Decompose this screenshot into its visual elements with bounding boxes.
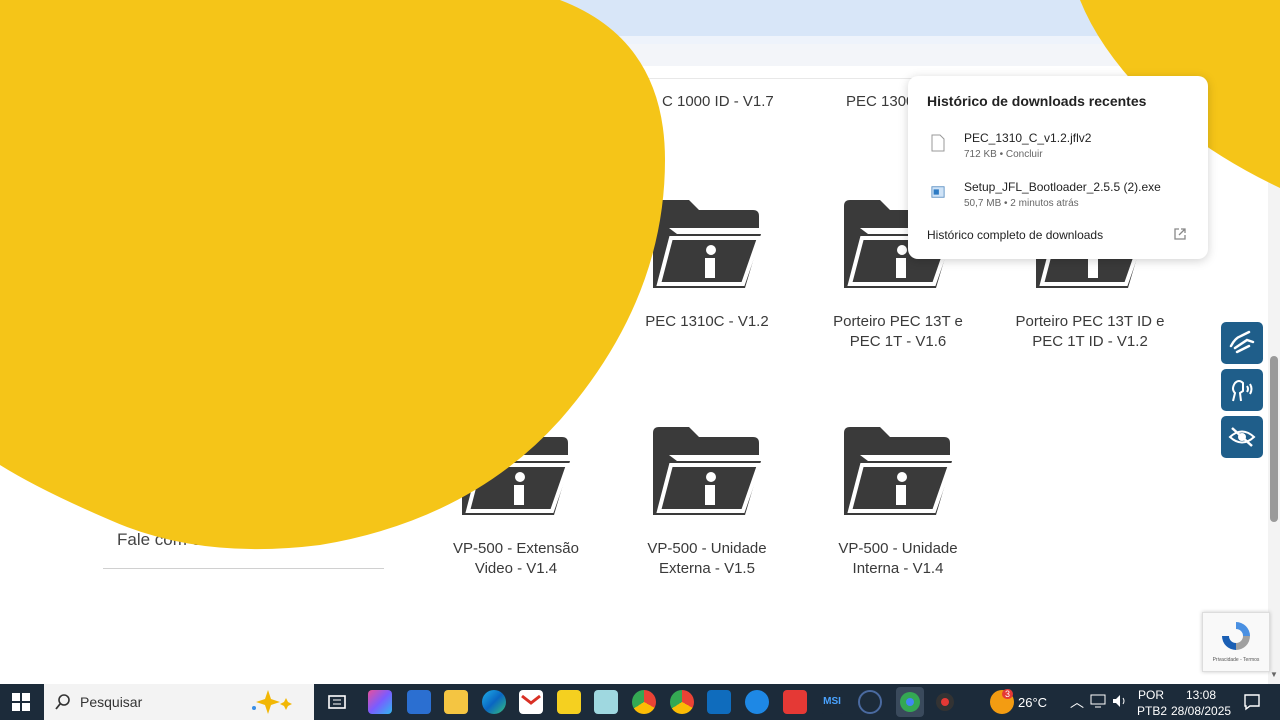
gmail-icon[interactable]: [519, 690, 543, 714]
voice-reader-icon: [1232, 380, 1253, 402]
voice-reader-button[interactable]: [1221, 369, 1263, 411]
taskbar: Pesquisar MSI 3 26°C ︿ POR PTB2 13:08 28…: [0, 684, 1280, 720]
search-icon: [55, 694, 70, 710]
chrome-icon[interactable]: [632, 690, 656, 714]
tray-chevron-icon[interactable]: ︿: [1070, 692, 1084, 712]
weather-badge: 3: [1002, 689, 1014, 699]
sidebar-divider: [103, 568, 384, 569]
folder-label-partial[interactable]: PEC 1300: [846, 93, 914, 110]
folder-label: Porteiro PEC 13T e PEC 1T - V1.6: [833, 313, 963, 350]
yellow-blob-decoration: [0, 0, 665, 550]
language-secondary[interactable]: PTB2: [1137, 704, 1167, 718]
folder-label-partial[interactable]: C 1000 ID - V1.7: [662, 93, 774, 110]
hide-eye-icon: [1228, 427, 1256, 447]
download-filename: Setup_JFL_Bootloader_2.5.5 (2).exe: [964, 180, 1161, 194]
network-icon[interactable]: [1090, 694, 1106, 708]
download-meta: 712 KB • Concluir: [964, 149, 1043, 160]
sticky-notes-icon[interactable]: [557, 690, 581, 714]
folder-item[interactable]: VP-500 - Unidade Interna - V1.4: [813, 425, 983, 579]
notepad-icon[interactable]: [594, 690, 618, 714]
anydesk-icon[interactable]: [783, 690, 807, 714]
file-icon: [931, 134, 945, 152]
folder-label: Porteiro PEC 13T ID e PEC 1T ID - V1.2: [1015, 313, 1165, 350]
folder-label: VP-500 - Unidade Interna - V1.4: [838, 540, 958, 577]
notification-icon[interactable]: [1243, 693, 1261, 711]
installer-icon: [931, 186, 945, 198]
recaptcha-icon: [1222, 622, 1250, 650]
copilot-sparkle-icon: [252, 690, 292, 714]
recaptcha-badge[interactable]: Privacidade - Termos: [1202, 612, 1270, 672]
task-view-icon[interactable]: [325, 690, 349, 714]
open-external-icon[interactable]: [1173, 227, 1187, 241]
recaptcha-terms: Privacidade - Termos: [1212, 657, 1260, 663]
weather-temp: 26°C: [1018, 695, 1048, 710]
clock-time[interactable]: 13:08: [1186, 688, 1216, 702]
chrome-active-icon[interactable]: [896, 687, 924, 717]
msi-icon[interactable]: MSI: [820, 690, 844, 714]
file-explorer-icon[interactable]: [444, 690, 468, 714]
sign-language-icon: [1229, 330, 1255, 354]
scroll-down-arrow[interactable]: ▼: [1270, 670, 1278, 679]
copilot-icon[interactable]: [368, 690, 392, 714]
volume-icon[interactable]: [1112, 694, 1128, 708]
info-folder-icon: [844, 427, 953, 515]
download-item[interactable]: Setup_JFL_Bootloader_2.5.5 (2).exe 50,7 …: [927, 180, 1197, 216]
windows-start-icon[interactable]: [12, 693, 30, 711]
downloads-panel: Histórico de downloads recentes PEC_1310…: [908, 76, 1208, 259]
store-icon[interactable]: [407, 690, 431, 714]
recorder-icon[interactable]: [933, 690, 957, 714]
sign-language-button[interactable]: [1221, 322, 1263, 364]
download-meta: 50,7 MB • 2 minutos atrás: [964, 198, 1079, 209]
chrome-profile-icon[interactable]: [670, 690, 694, 714]
search-placeholder: Pesquisar: [80, 694, 143, 710]
language-primary[interactable]: POR: [1138, 688, 1164, 702]
clock-app-icon[interactable]: [858, 690, 882, 714]
full-download-history-link[interactable]: Histórico completo de downloads: [927, 228, 1103, 242]
download-filename: PEC_1310_C_v1.2.jflv2: [964, 131, 1092, 145]
edge-icon[interactable]: [482, 690, 506, 714]
app-icon[interactable]: [745, 690, 769, 714]
outlook-icon[interactable]: [707, 690, 731, 714]
hide-content-button[interactable]: [1221, 416, 1263, 458]
downloads-title: Histórico de downloads recentes: [927, 93, 1147, 109]
clock-date[interactable]: 28/08/2025: [1171, 704, 1231, 718]
scrollbar-thumb[interactable]: [1270, 356, 1278, 522]
download-item[interactable]: PEC_1310_C_v1.2.jflv2 712 KB • Concluir: [927, 131, 1197, 167]
taskbar-search[interactable]: Pesquisar: [44, 684, 314, 720]
